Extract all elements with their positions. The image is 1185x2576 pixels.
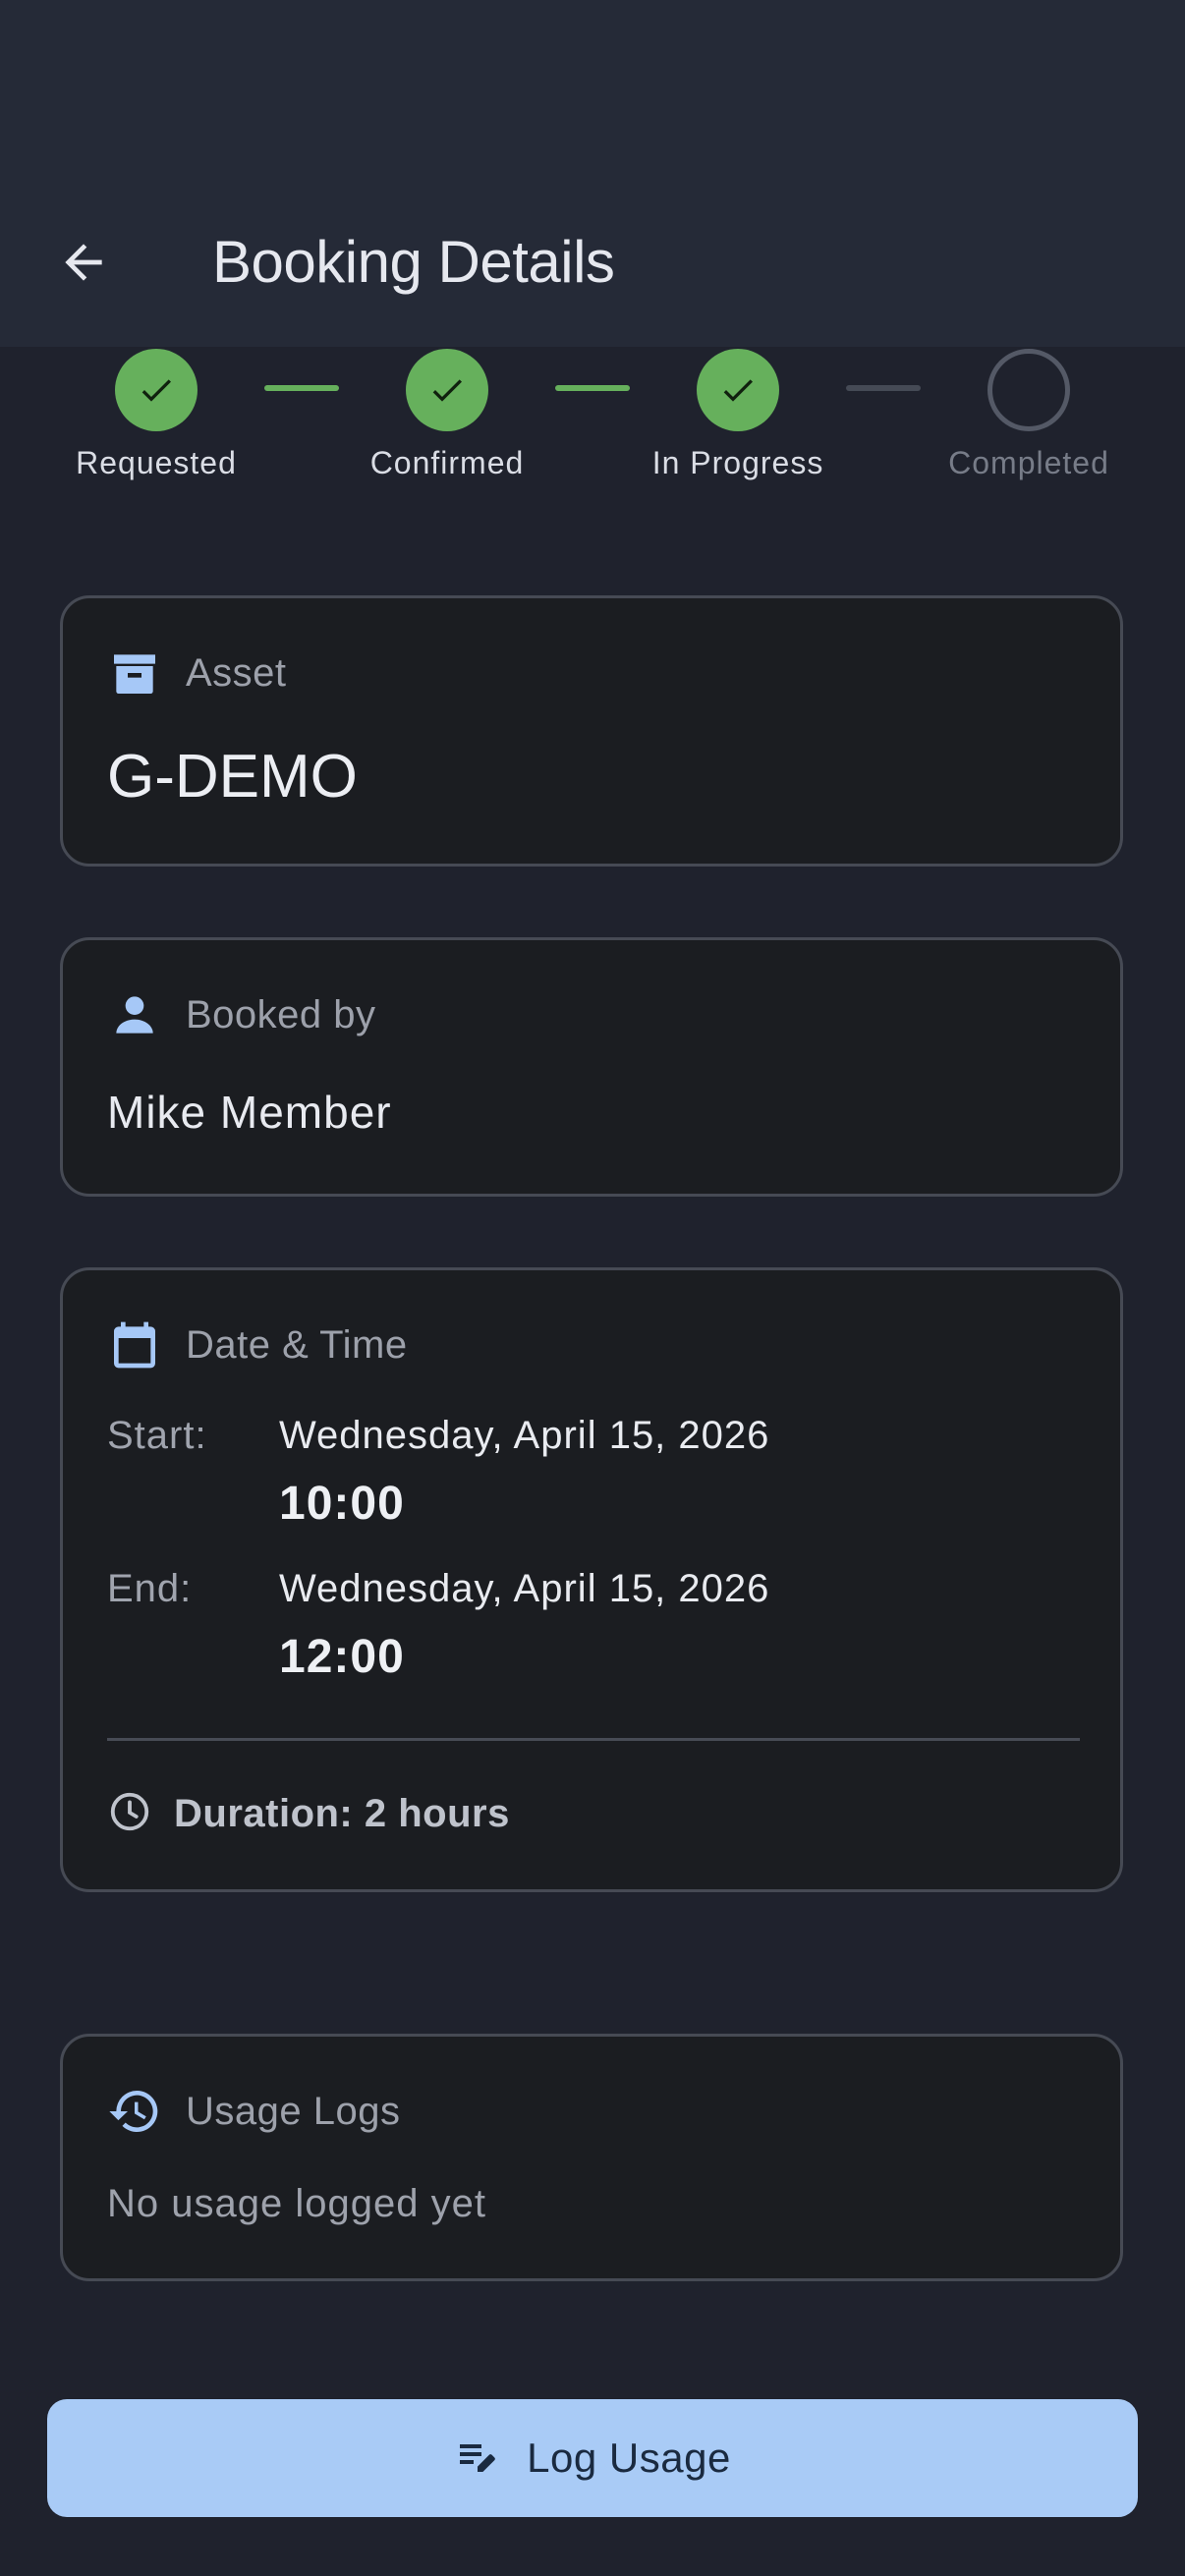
end-key: End:: [107, 1567, 193, 1610]
asset-card: Asset G-DEMO: [60, 595, 1123, 867]
start-time: 10:00: [279, 1478, 405, 1530]
step-label: In Progress: [651, 445, 824, 480]
step-done-indicator: [697, 349, 779, 431]
booked-by-value: Mike Member: [107, 1087, 392, 1138]
step-connector: [555, 385, 630, 391]
usage-logs-header: Usage Logs: [107, 2084, 400, 2139]
usage-logs-card: Usage Logs No usage logged yet: [60, 2034, 1123, 2281]
archive-box-icon: [107, 645, 162, 700]
duration-text: Duration: 2 hours: [174, 1792, 510, 1835]
datetime-label: Date & Time: [186, 1322, 408, 1367]
step-label: Completed: [948, 445, 1109, 480]
check-icon: [723, 379, 753, 402]
log-usage-label: Log Usage: [527, 2435, 731, 2481]
step-label: Confirmed: [369, 445, 525, 480]
check-icon: [141, 379, 171, 402]
step-in-progress: In Progress: [630, 347, 846, 504]
booked-by-header: Booked by: [107, 987, 376, 1042]
step-label: Requested: [76, 445, 237, 480]
step-connector: [264, 385, 339, 391]
log-usage-button[interactable]: Log Usage: [47, 2399, 1138, 2517]
end-row: End: Wednesday, April 15, 2026 12:00: [107, 1567, 1090, 1695]
app-bar: Booking Details: [0, 0, 1185, 347]
usage-logs-label: Usage Logs: [186, 2089, 401, 2133]
step-completed: Completed: [921, 347, 1137, 504]
datetime-header: Date & Time: [107, 1317, 408, 1372]
start-date: Wednesday, April 15, 2026: [279, 1414, 770, 1457]
end-time: 12:00: [279, 1631, 405, 1683]
step-pending-indicator: [988, 349, 1070, 431]
usage-empty-text: No usage logged yet: [107, 2182, 486, 2225]
step-confirmed: Confirmed: [339, 347, 555, 504]
datetime-card: Date & Time Start: Wednesday, April 15, …: [60, 1267, 1123, 1892]
asset-value: G-DEMO: [107, 743, 358, 811]
clock-icon: [107, 1789, 152, 1839]
booked-by-label: Booked by: [186, 992, 376, 1036]
edit-note-icon: [454, 2433, 501, 2485]
divider: [107, 1738, 1080, 1741]
step-done-indicator: [115, 349, 198, 431]
history-icon: [107, 2084, 162, 2139]
check-icon: [432, 379, 462, 402]
step-connector: [846, 385, 921, 391]
step-requested: Requested: [48, 347, 264, 504]
arrow-back-icon: [65, 244, 102, 281]
asset-label: Asset: [186, 650, 287, 695]
start-row: Start: Wednesday, April 15, 2026 10:00: [107, 1414, 1090, 1541]
person-icon: [107, 987, 162, 1042]
end-date: Wednesday, April 15, 2026: [279, 1567, 770, 1610]
booked-by-card: Booked by Mike Member: [60, 937, 1123, 1197]
booking-status-stepper: Requested Confirmed In Progress Complete…: [0, 347, 1185, 504]
step-done-indicator: [406, 349, 488, 431]
asset-card-header: Asset: [107, 645, 287, 700]
page-title: Booking Details: [212, 229, 615, 295]
calendar-icon: [107, 1317, 162, 1372]
duration-row: Duration: 2 hours: [107, 1789, 510, 1839]
start-key: Start:: [107, 1414, 207, 1457]
back-button[interactable]: [39, 218, 128, 307]
